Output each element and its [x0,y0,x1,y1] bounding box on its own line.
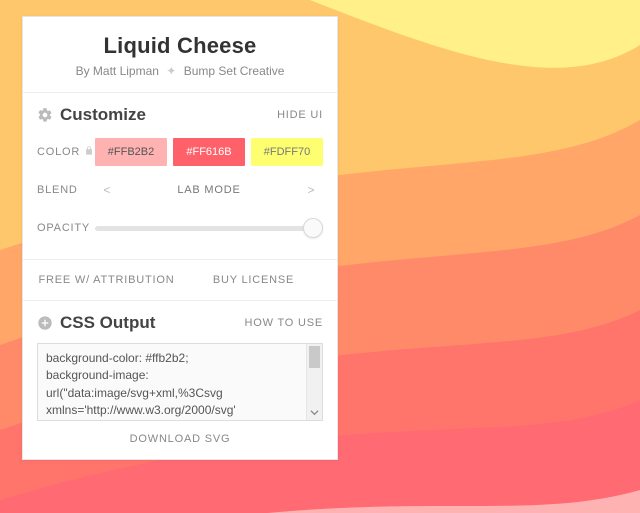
opacity-label: OPACITY [37,222,95,234]
opacity-row: OPACITY [37,211,323,245]
diamond-separator: ✦ [166,64,176,78]
author-link[interactable]: Matt Lipman [93,64,159,78]
pattern-title: Liquid Cheese [35,33,325,59]
blend-row: BLEND < LAB MODE > [37,173,323,207]
output-heading: CSS Output [37,313,155,333]
blend-mode-value: LAB MODE [177,184,240,196]
panel-header: Liquid Cheese By Matt Lipman ✦ Bump Set … [23,17,337,93]
hide-ui-button[interactable]: HIDE UI [277,109,323,121]
customize-heading: Customize [37,105,146,125]
how-to-use-button[interactable]: HOW TO USE [245,317,324,329]
code-line: background-image: [46,367,314,384]
output-section: CSS Output HOW TO USE background-color: … [23,301,337,459]
scroll-down-button[interactable] [307,404,322,420]
customize-section: Customize HIDE UI COLOR #FFB2B2 #FF616B … [23,93,337,260]
org-link[interactable]: Bump Set Creative [184,64,285,78]
color-label: COLOR [37,145,95,159]
gear-icon [37,107,53,123]
blend-next-button[interactable]: > [299,183,323,197]
blend-label: BLEND [37,184,95,196]
download-svg-button[interactable]: DOWNLOAD SVG [37,421,323,449]
by-prefix: By [76,64,93,78]
free-attribution-button[interactable]: FREE W/ ATTRIBUTION [33,274,180,286]
color-swatch-1[interactable]: #FFB2B2 [95,138,167,166]
color-label-text: COLOR [37,146,80,158]
slider-track [95,226,323,231]
color-swatch-2[interactable]: #FF616B [173,138,245,166]
code-line: url("data:image/svg+xml,%3Csvg [46,385,314,402]
color-swatch-3[interactable]: #FDFF70 [251,138,323,166]
output-heading-text: CSS Output [60,313,155,333]
code-line: background-color: #ffb2b2; [46,350,314,367]
scrollbar[interactable] [306,344,322,420]
customize-heading-text: Customize [60,105,146,125]
buy-license-button[interactable]: BUY LICENSE [180,274,327,286]
byline: By Matt Lipman ✦ Bump Set Creative [35,64,325,78]
css-output-textarea[interactable]: background-color: #ffb2b2; background-im… [37,343,323,421]
slider-thumb[interactable] [303,218,323,238]
scrollbar-thumb[interactable] [309,346,320,368]
settings-panel: Liquid Cheese By Matt Lipman ✦ Bump Set … [22,16,338,460]
lock-icon [84,145,94,159]
color-swatches: #FFB2B2 #FF616B #FDFF70 [95,138,323,166]
color-row: COLOR #FFB2B2 #FF616B #FDFF70 [37,135,323,169]
plus-circle-icon [37,315,53,331]
code-line: xmlns='http://www.w3.org/2000/svg' [46,402,314,419]
blend-prev-button[interactable]: < [95,183,119,197]
opacity-slider[interactable] [95,217,323,239]
licensing-section: FREE W/ ATTRIBUTION BUY LICENSE [23,260,337,301]
